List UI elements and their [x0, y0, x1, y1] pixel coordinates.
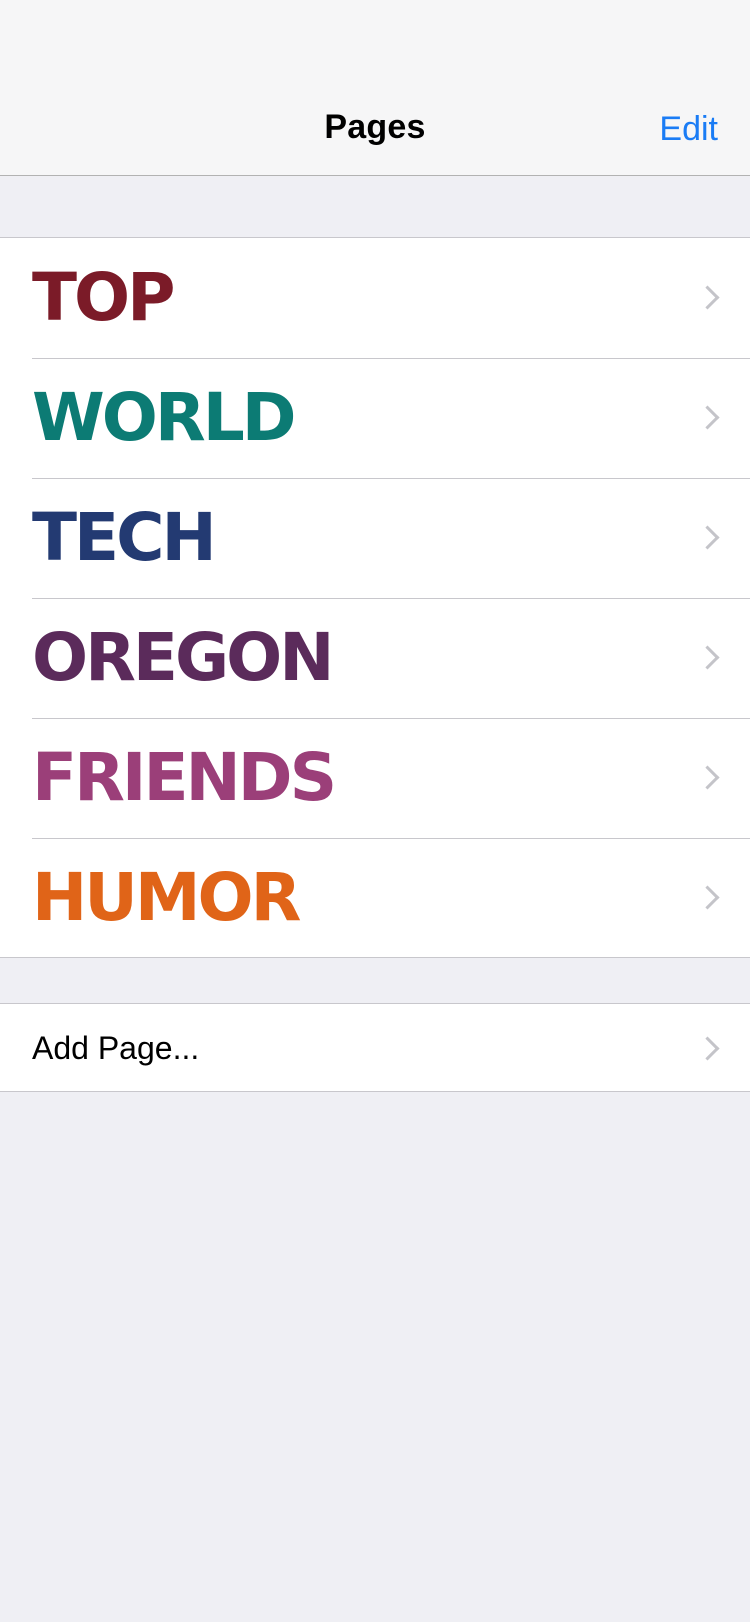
add-page-row[interactable]: Add Page... — [0, 1004, 750, 1091]
page-label-friends: FRIENDS — [32, 739, 337, 816]
page-row-oregon[interactable]: OREGON — [0, 598, 750, 718]
chevron-right-icon — [695, 285, 720, 310]
chevron-right-icon — [695, 885, 720, 910]
chevron-right-icon — [695, 525, 720, 550]
page-row-world[interactable]: WORLD — [0, 358, 750, 478]
page-title: Pages — [324, 108, 426, 146]
page-row-friends[interactable]: FRIENDS — [0, 718, 750, 838]
edit-button[interactable]: Edit — [659, 110, 718, 149]
add-page-label: Add Page... — [32, 1030, 200, 1066]
pages-list: TOP WORLD TECH OREGON FRIENDS HUMOR — [0, 237, 750, 958]
page-row-tech[interactable]: TECH — [0, 478, 750, 598]
navigation-bar: Pages Edit — [0, 0, 750, 176]
page-label-oregon: OREGON — [32, 619, 335, 696]
chevron-right-icon — [695, 1036, 720, 1061]
page-row-humor[interactable]: HUMOR — [0, 838, 750, 958]
chevron-right-icon — [695, 405, 720, 430]
add-page-group: Add Page... — [0, 1003, 750, 1092]
page-label-world: WORLD — [32, 379, 297, 456]
page-label-top: TOP — [32, 259, 175, 336]
page-label-humor: HUMOR — [32, 859, 301, 936]
chevron-right-icon — [695, 645, 720, 670]
page-row-top[interactable]: TOP — [0, 238, 750, 358]
chevron-right-icon — [695, 765, 720, 790]
page-label-tech: TECH — [32, 499, 217, 576]
